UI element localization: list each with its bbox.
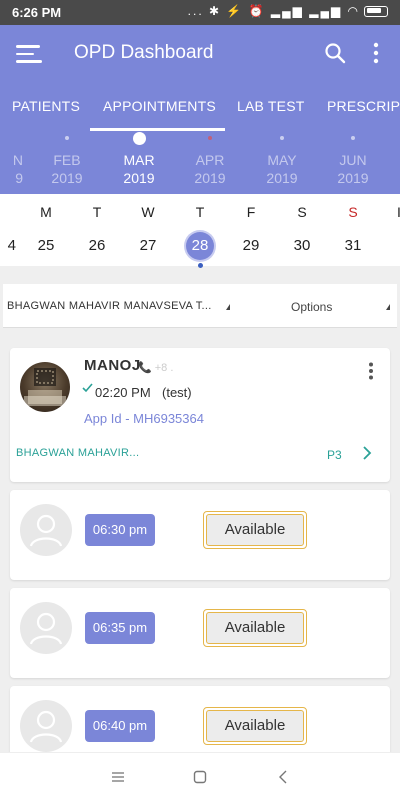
app-title: OPD Dashboard bbox=[74, 42, 214, 63]
appointment-note: (test) bbox=[162, 385, 192, 400]
empty-avatar-icon bbox=[20, 700, 72, 752]
slot-card[interactable]: 06:35 pm Available bbox=[10, 588, 390, 678]
appointment-time: 02:20 PM bbox=[95, 385, 151, 400]
kebab-icon[interactable] bbox=[372, 42, 380, 64]
appointment-hospital[interactable]: BHAGWAN MAHAVIR... bbox=[16, 447, 139, 459]
priority-badge: P3 bbox=[327, 448, 342, 462]
month-item[interactable]: N 9 bbox=[0, 132, 35, 186]
patient-phone-faded: 📞 +8 . bbox=[138, 362, 174, 374]
status-indicators: ... ✱ ⚡ ⏰ ▂▄▆ ▂▄▆ ◠ bbox=[187, 4, 360, 18]
appointment-card[interactable]: MANOJ 📞 +8 . 02:20 PM (test) App Id - MH… bbox=[10, 348, 390, 482]
day-item[interactable]: S 30 bbox=[284, 194, 320, 260]
day-item-sunday[interactable]: S 31 bbox=[335, 194, 371, 260]
patient-avatar bbox=[20, 362, 70, 412]
app-bar: OPD Dashboard bbox=[0, 25, 400, 82]
day-item[interactable]: M 25 bbox=[28, 194, 64, 260]
tab-indicator bbox=[90, 128, 225, 131]
check-icon bbox=[82, 383, 93, 393]
available-button[interactable]: Available bbox=[203, 511, 307, 549]
options-dropdown[interactable]: Options bbox=[291, 300, 332, 314]
home-icon[interactable] bbox=[193, 770, 207, 784]
day-item[interactable]: F 29 bbox=[233, 194, 269, 260]
hamburger-menu-icon[interactable] bbox=[16, 45, 42, 63]
chevron-right-icon[interactable] bbox=[361, 444, 373, 462]
today-indicator bbox=[197, 263, 203, 268]
dropdown-arrow-icon bbox=[226, 304, 230, 310]
slot-time: 06:35 pm bbox=[85, 612, 155, 644]
filter-bar: BHAGWAN MAHAVIR MANAVSEVA T... Options bbox=[3, 284, 397, 328]
recent-apps-icon[interactable] bbox=[111, 771, 125, 783]
day-item-selected[interactable]: T 28 bbox=[182, 194, 218, 268]
tab-patients[interactable]: PATIENTS bbox=[12, 98, 80, 114]
month-item-selected[interactable]: MAR 2019 bbox=[109, 132, 169, 186]
month-item[interactable]: APR 2019 bbox=[180, 132, 240, 186]
tab-lab-test[interactable]: LAB TEST bbox=[237, 98, 304, 114]
system-nav-bar bbox=[0, 752, 400, 800]
appointment-id: App Id - MH6935364 bbox=[84, 411, 204, 426]
month-item[interactable]: MAY 2019 bbox=[252, 132, 312, 186]
tab-appointments[interactable]: APPOINTMENTS bbox=[103, 98, 216, 114]
slot-card[interactable]: 06:40 pm Available bbox=[10, 686, 390, 756]
available-button[interactable]: Available bbox=[203, 707, 307, 745]
slot-time: 06:40 pm bbox=[85, 710, 155, 742]
empty-avatar-icon bbox=[20, 504, 72, 556]
slot-card[interactable]: 06:30 pm Available bbox=[10, 490, 390, 580]
day-item[interactable]: I bbox=[381, 194, 400, 260]
patient-name: MANOJ bbox=[84, 357, 141, 374]
status-time: 6:26 PM bbox=[12, 5, 62, 20]
month-item[interactable]: FEB 2019 bbox=[37, 132, 97, 186]
day-item[interactable]: W 27 bbox=[130, 194, 166, 260]
battery-icon bbox=[364, 5, 388, 17]
day-item[interactable]: 4 bbox=[0, 194, 18, 260]
search-icon[interactable] bbox=[324, 42, 346, 64]
month-item[interactable]: JUN 2019 bbox=[323, 132, 383, 186]
slot-time: 06:30 pm bbox=[85, 514, 155, 546]
week-strip: 4 M 25 T 26 W 27 T 28 F 29 S 30 S 31 I bbox=[0, 194, 400, 268]
card-menu-icon[interactable] bbox=[368, 362, 374, 380]
dropdown-arrow-icon bbox=[386, 304, 390, 310]
tab-prescriptions[interactable]: PRESCRIPT bbox=[327, 98, 400, 114]
day-item[interactable]: T 26 bbox=[79, 194, 115, 260]
status-icons: ... ✱ ⚡ ⏰ ▂▄▆ ▂▄▆ ◠ bbox=[188, 4, 388, 18]
tab-bar: PATIENTS APPOINTMENTS LAB TEST PRESCRIPT bbox=[0, 82, 400, 132]
hospital-dropdown[interactable]: BHAGWAN MAHAVIR MANAVSEVA T... bbox=[7, 300, 212, 312]
month-strip[interactable]: N 9 FEB 2019 MAR 2019 APR 2019 MAY 2019 … bbox=[0, 132, 400, 194]
available-button[interactable]: Available bbox=[203, 609, 307, 647]
back-icon[interactable] bbox=[278, 770, 288, 784]
status-bar: 6:26 PM ... ✱ ⚡ ⏰ ▂▄▆ ▂▄▆ ◠ bbox=[0, 0, 400, 25]
empty-avatar-icon bbox=[20, 602, 72, 654]
